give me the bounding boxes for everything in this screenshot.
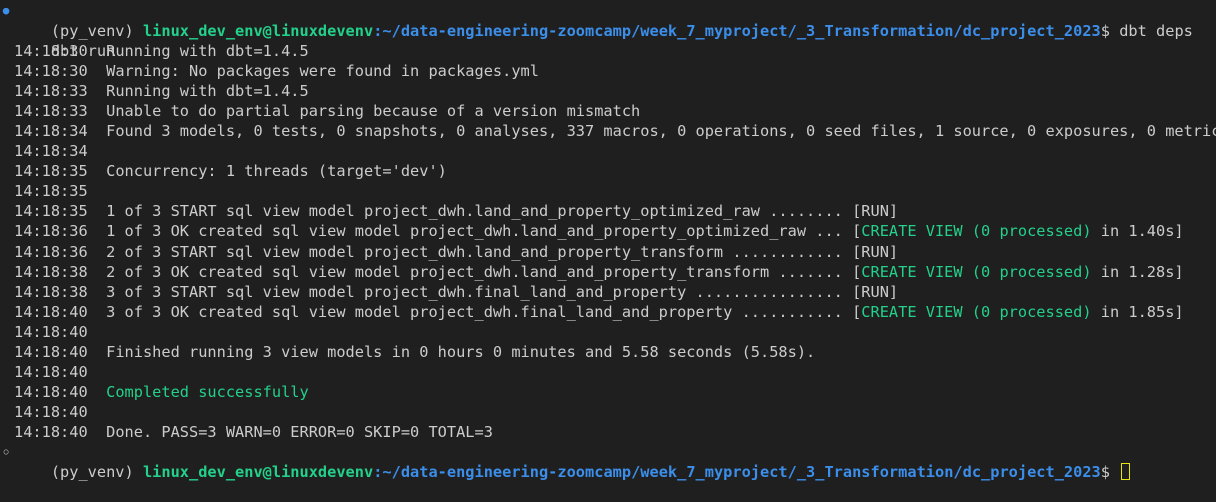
log-line: 14:18:33 Unable to do partial parsing be… — [14, 101, 640, 121]
log-message: Done. PASS=3 WARN=0 ERROR=0 SKIP=0 TOTAL… — [106, 423, 493, 441]
status-create-view: CREATE VIEW (0 processed) — [861, 303, 1092, 321]
log-message: Concurrency: 1 threads (target='dev') — [106, 162, 447, 180]
log-timestamp: 14:18:33 — [14, 102, 88, 120]
log-message: 2 of 3 START sql view model project_dwh.… — [106, 243, 899, 261]
log-message: 3 of 3 START sql view model project_dwh.… — [106, 283, 899, 301]
log-line: 14:18:40 Completed successfully — [14, 382, 309, 402]
log-line: 14:18:40 — [14, 322, 106, 342]
log-line: 14:18:40 3 of 3 OK created sql view mode… — [14, 302, 1184, 322]
log-line: 14:18:38 2 of 3 OK created sql view mode… — [14, 262, 1184, 282]
log-timestamp: 14:18:35 — [14, 182, 88, 200]
log-timestamp: 14:18:40 — [14, 323, 88, 341]
log-line: 14:18:36 2 of 3 START sql view model pro… — [14, 242, 898, 262]
log-timestamp: 14:18:40 — [14, 403, 88, 421]
status-create-view: CREATE VIEW (0 processed) — [861, 222, 1092, 240]
prompt-symbol: $ — [1100, 22, 1120, 40]
log-timestamp: 14:18:33 — [14, 82, 88, 100]
log-line: 14:18:34 — [14, 141, 106, 161]
log-line: 14:18:36 1 of 3 OK created sql view mode… — [14, 221, 1184, 241]
log-timestamp: 14:18:38 — [14, 263, 88, 281]
log-timestamp: 14:18:35 — [14, 202, 88, 220]
prompt-symbol: $ — [1100, 463, 1120, 481]
log-line: 14:18:40 — [14, 402, 106, 422]
log-timestamp: 14:18:38 — [14, 283, 88, 301]
terminal-cursor[interactable] — [1121, 463, 1131, 480]
log-timestamp: 14:18:30 — [14, 42, 88, 60]
log-message: Finished running 3 view models in 0 hour… — [106, 343, 816, 361]
log-message: Warning: No packages were found in packa… — [106, 62, 539, 80]
log-timestamp: 14:18:35 — [14, 162, 88, 180]
log-line: 14:18:33 Running with dbt=1.4.5 — [14, 81, 309, 101]
prompt-line-1: (py_venv) linux_dev_env@linuxdevenv:~/da… — [14, 1, 1193, 40]
log-line: 14:18:40 Done. PASS=3 WARN=0 ERROR=0 SKI… — [14, 422, 493, 442]
log-message: 1 of 3 OK created sql view model project… — [106, 222, 862, 240]
log-message: 2 of 3 OK created sql view model project… — [106, 263, 862, 281]
log-duration: in 1.40s] — [1091, 222, 1184, 240]
log-timestamp: 14:18:40 — [14, 303, 88, 321]
log-message: Found 3 models, 0 tests, 0 snapshots, 0 … — [106, 122, 1216, 140]
log-line: 14:18:38 3 of 3 START sql view model pro… — [14, 282, 898, 302]
log-timestamp: 14:18:40 — [14, 343, 88, 361]
log-line: 14:18:40 Finished running 3 view models … — [14, 342, 815, 362]
current-path: :~/data-engineering-zoomcamp/week_7_mypr… — [373, 22, 1101, 40]
log-message: 3 of 3 OK created sql view model project… — [106, 303, 862, 321]
log-line: 14:18:35 1 of 3 START sql view model pro… — [14, 201, 898, 221]
command-text: dbt deps — [1119, 22, 1193, 40]
log-timestamp: 14:18:40 — [14, 383, 88, 401]
log-timestamp: 14:18:36 — [14, 243, 88, 261]
log-line: 14:18:35 Concurrency: 1 threads (target=… — [14, 161, 447, 181]
log-timestamp: 14:18:34 — [14, 142, 88, 160]
command-marker-icon[interactable]: ○ — [2, 442, 10, 462]
log-timestamp: 14:18:30 — [14, 62, 88, 80]
log-timestamp: 14:18:34 — [14, 122, 88, 140]
log-line: 14:18:35 — [14, 181, 106, 201]
log-line: 14:18:30 Warning: No packages were found… — [14, 61, 539, 81]
log-line: 14:18:30 Running with dbt=1.4.5 — [14, 41, 309, 61]
log-timestamp: 14:18:40 — [14, 363, 88, 381]
command-line-2: dbt run — [14, 21, 115, 60]
log-duration: in 1.28s] — [1091, 263, 1184, 281]
user-host: linux_dev_env@linuxdevenv — [142, 463, 374, 481]
log-duration: in 1.85s] — [1091, 303, 1184, 321]
terminal-window[interactable]: ● (py_venv) linux_dev_env@linuxdevenv:~/… — [0, 0, 1216, 481]
log-line: 14:18:34 Found 3 models, 0 tests, 0 snap… — [14, 121, 1216, 141]
command-marker-icon[interactable]: ● — [2, 1, 10, 21]
venv-label: (py_venv) — [50, 463, 143, 481]
log-message: Running with dbt=1.4.5 — [106, 42, 309, 60]
user-host: linux_dev_env@linuxdevenv — [142, 22, 374, 40]
log-timestamp: 14:18:40 — [14, 423, 88, 441]
log-message: 1 of 3 START sql view model project_dwh.… — [106, 202, 899, 220]
status-create-view: CREATE VIEW (0 processed) — [861, 263, 1092, 281]
success-message: Completed successfully — [106, 383, 309, 401]
current-path: :~/data-engineering-zoomcamp/week_7_mypr… — [373, 463, 1101, 481]
log-line: 14:18:40 — [14, 362, 106, 382]
log-timestamp: 14:18:36 — [14, 222, 88, 240]
prompt-line-final[interactable]: (py_venv) linux_dev_env@linuxdevenv:~/da… — [14, 442, 1131, 481]
log-message: Running with dbt=1.4.5 — [106, 82, 309, 100]
log-message: Unable to do partial parsing because of … — [106, 102, 641, 120]
